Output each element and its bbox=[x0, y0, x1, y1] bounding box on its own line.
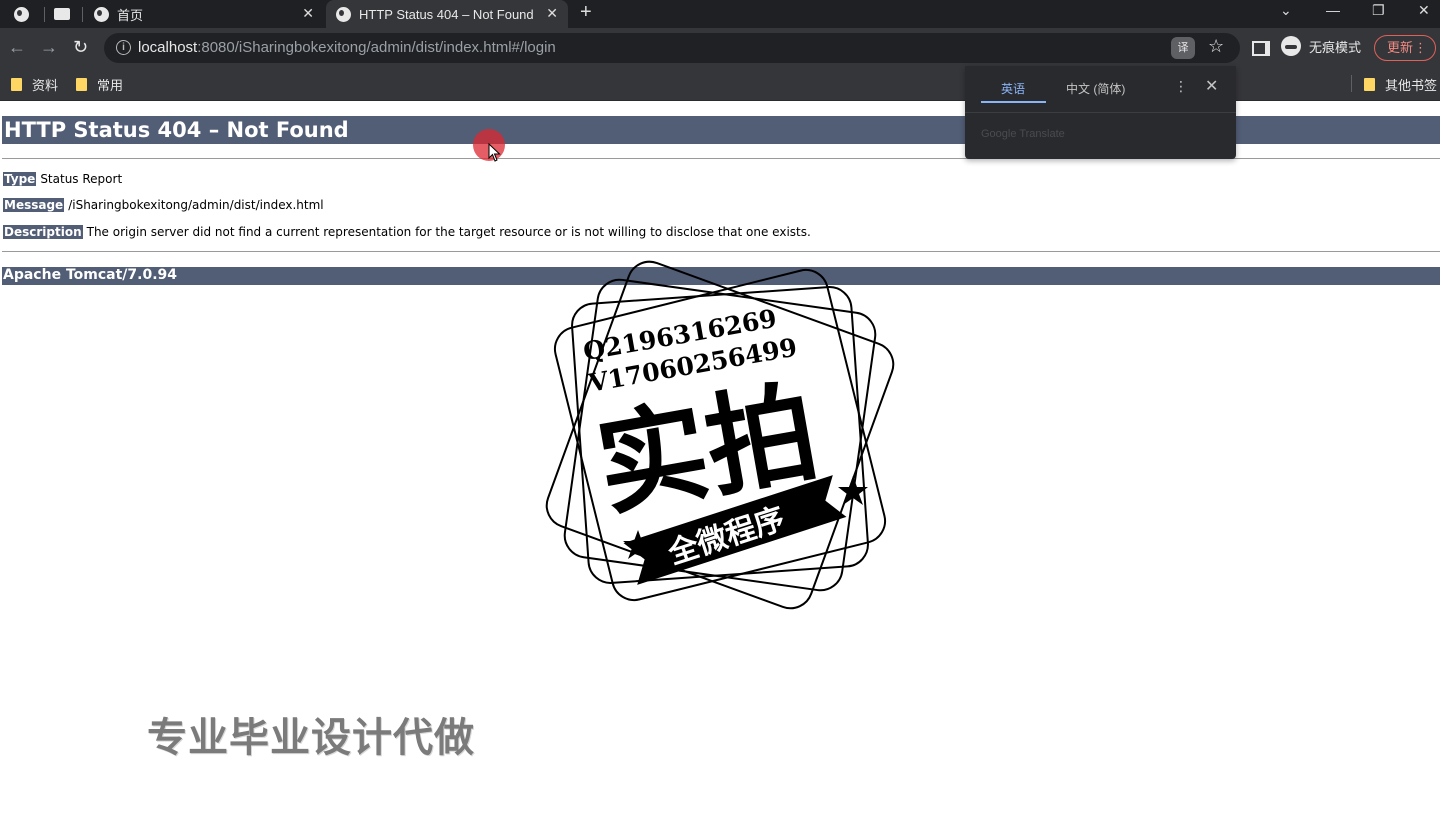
bookmark-folder-常用[interactable]: 常用 bbox=[76, 75, 123, 94]
close-tab-icon[interactable]: ✕ bbox=[546, 5, 558, 22]
message-key: Message bbox=[3, 198, 65, 212]
site-info-icon[interactable]: i bbox=[116, 40, 131, 55]
watermark-caption: 专业毕业设计代做 bbox=[147, 715, 475, 761]
translate-popup: 英语 中文 (简体) ⋮ ✕ Google Translate bbox=[965, 66, 1236, 159]
tab-search-dropdown-icon[interactable]: ⌄ bbox=[1280, 2, 1292, 19]
close-tab-icon[interactable]: ✕ bbox=[302, 5, 314, 22]
window-icon bbox=[54, 8, 70, 20]
folder-icon bbox=[1364, 78, 1375, 91]
reload-icon[interactable]: ↻ bbox=[73, 37, 88, 58]
google-translate-footer: Google Translate bbox=[981, 128, 1065, 140]
tab-group-button[interactable] bbox=[54, 0, 72, 28]
minimize-icon[interactable]: — bbox=[1326, 2, 1340, 18]
bookmark-star-icon[interactable]: ☆ bbox=[1208, 36, 1224, 57]
watermark-stamp: Q2196316269 V17060256499 实拍 全微程序 bbox=[545, 260, 895, 610]
close-icon[interactable]: ✕ bbox=[1205, 76, 1218, 96]
folder-icon bbox=[76, 78, 87, 91]
restore-icon[interactable]: ❐ bbox=[1372, 2, 1385, 19]
translate-icon[interactable]: 译 bbox=[1171, 37, 1195, 59]
close-window-icon[interactable]: ✕ bbox=[1418, 2, 1430, 19]
server-version: Apache Tomcat/7.0.94 bbox=[3, 267, 177, 283]
back-icon[interactable]: ← bbox=[8, 37, 26, 58]
other-bookmarks[interactable]: 其他书签 bbox=[1364, 75, 1437, 94]
incognito-label: 无痕模式 bbox=[1309, 39, 1362, 55]
browser-toolbar: ← → ↻ i localhost:8080/iSharingbokexiton… bbox=[0, 28, 1440, 68]
tab-source-language[interactable]: 英语 bbox=[1001, 80, 1025, 97]
active-tab-underline bbox=[981, 101, 1046, 103]
bookmark-label: 资料 bbox=[32, 78, 59, 93]
globe-icon bbox=[14, 6, 29, 22]
page-title: HTTP Status 404 – Not Found bbox=[4, 118, 349, 142]
update-button[interactable]: 更新 ⋮ bbox=[1374, 35, 1436, 61]
tab-strip: 首页 ✕ HTTP Status 404 – Not Found ✕ + ⌄ —… bbox=[0, 0, 1440, 28]
tab-title: HTTP Status 404 – Not Found bbox=[359, 6, 534, 22]
translate-options-icon[interactable]: ⋮ bbox=[1174, 78, 1188, 95]
tab-target-language[interactable]: 中文 (简体) bbox=[1066, 80, 1125, 97]
bookmarks-divider bbox=[1351, 75, 1352, 92]
forward-icon[interactable]: → bbox=[40, 37, 58, 58]
tab-divider bbox=[44, 7, 45, 22]
mouse-cursor-icon bbox=[488, 143, 501, 162]
folder-icon bbox=[11, 78, 22, 91]
tab-search-button[interactable] bbox=[14, 0, 34, 28]
tab-home[interactable]: 首页 ✕ bbox=[84, 0, 324, 28]
type-row: Type Status Report bbox=[3, 172, 122, 186]
new-tab-button[interactable]: + bbox=[580, 1, 592, 24]
type-value: Status Report bbox=[40, 172, 123, 186]
message-row: Message/iSharingbokexitong/admin/dist/in… bbox=[3, 198, 324, 212]
globe-icon bbox=[336, 6, 351, 22]
description-key: Description bbox=[3, 225, 83, 239]
side-panel-icon[interactable] bbox=[1252, 41, 1270, 56]
bookmark-label: 常用 bbox=[97, 78, 124, 93]
type-key: Type bbox=[3, 172, 37, 186]
bookmark-label: 其他书签 bbox=[1385, 78, 1438, 93]
address-bar[interactable]: i localhost:8080/iSharingbokexitong/admi… bbox=[104, 33, 1240, 63]
url-text[interactable]: localhost:8080/iSharingbokexitong/admin/… bbox=[138, 39, 556, 56]
globe-icon bbox=[94, 6, 109, 22]
description-row: Description The origin server did not fin… bbox=[3, 225, 811, 239]
more-menu-icon[interactable]: ⋮ bbox=[1414, 36, 1427, 60]
bookmark-folder-资料[interactable]: 资料 bbox=[11, 75, 58, 94]
description-value: The origin server did not find a current… bbox=[86, 225, 811, 239]
divider bbox=[965, 112, 1236, 113]
incognito-indicator[interactable]: 无痕模式 bbox=[1281, 36, 1361, 56]
update-label: 更新 bbox=[1387, 40, 1414, 55]
tab-404[interactable]: HTTP Status 404 – Not Found ✕ bbox=[326, 0, 568, 28]
tab-divider bbox=[82, 7, 83, 22]
incognito-icon bbox=[1281, 36, 1301, 56]
tab-title: 首页 bbox=[117, 7, 144, 23]
message-value: /iSharingbokexitong/admin/dist/index.htm… bbox=[68, 198, 324, 212]
